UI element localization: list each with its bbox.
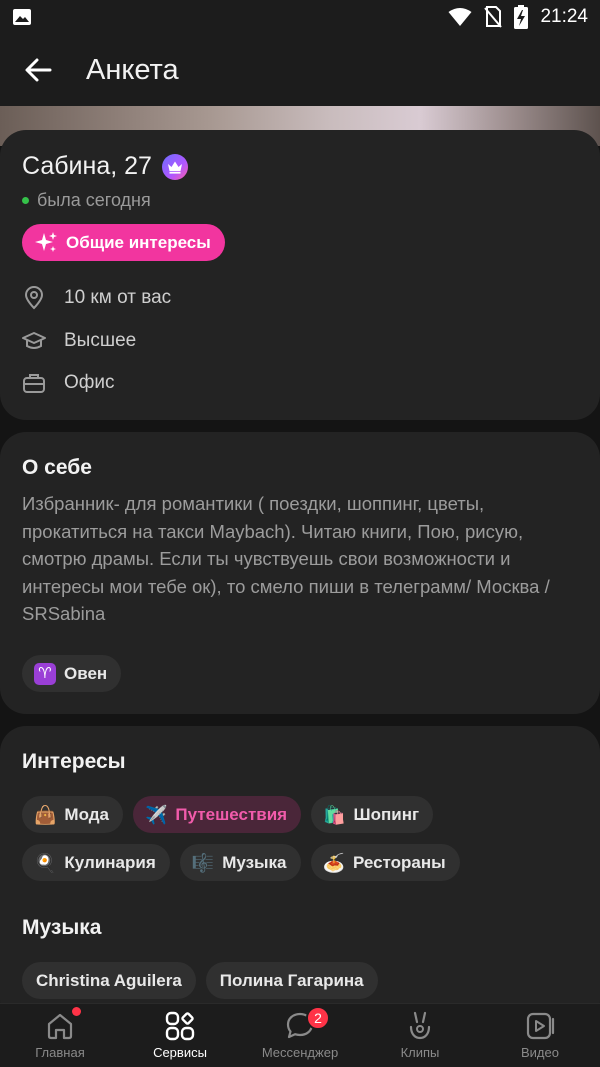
back-button[interactable] bbox=[0, 34, 76, 106]
crown-icon[interactable] bbox=[161, 153, 188, 180]
briefcase-icon bbox=[23, 374, 45, 393]
about-title: О себе bbox=[22, 456, 92, 479]
status-bar: 21:24 bbox=[0, 0, 600, 34]
interest-label: Кулинария bbox=[64, 852, 156, 872]
profile-screen: 21:24 Анкета Сабина, 27 была сегодня Общ… bbox=[0, 0, 600, 1067]
nav-label: Сервисы bbox=[153, 1045, 207, 1060]
common-interests-label: Общие интересы bbox=[66, 232, 211, 252]
interest-label: Путешествия bbox=[175, 804, 288, 824]
zodiac-chip: ♈ Овен bbox=[22, 655, 122, 692]
video-play-icon bbox=[526, 1012, 555, 1040]
notification-dot bbox=[72, 1007, 81, 1016]
services-grid-icon bbox=[165, 1011, 195, 1041]
profile-info-card: Сабина, 27 была сегодня Общие интересы 1… bbox=[0, 130, 600, 420]
unread-badge: 2 bbox=[306, 1006, 330, 1030]
nav-label: Клипы bbox=[400, 1045, 440, 1060]
clips-icon bbox=[409, 1011, 431, 1040]
nav-messenger[interactable]: 2 Мессенджер bbox=[240, 1004, 360, 1067]
music-notes-icon: 🎼 bbox=[191, 852, 215, 873]
info-work: Офис bbox=[22, 371, 115, 395]
interest-chip-cooking[interactable]: 🍳 Кулинария bbox=[22, 844, 170, 881]
app-bar: Анкета bbox=[0, 34, 600, 106]
nav-video[interactable]: Видео bbox=[480, 1004, 600, 1067]
work-text: Офис bbox=[64, 372, 115, 393]
shopping-bags-icon: 🛍️ bbox=[323, 804, 346, 825]
online-status: была сегодня bbox=[22, 190, 151, 211]
interest-chip-shopping[interactable]: 🛍️ Шопинг bbox=[311, 796, 434, 833]
nav-home[interactable]: Главная bbox=[0, 1004, 120, 1067]
nav-label: Мессенджер bbox=[261, 1045, 339, 1060]
interest-label: Шопинг bbox=[353, 804, 420, 824]
interest-chip-travel[interactable]: ✈️ Путешествия bbox=[133, 796, 302, 833]
nav-clips[interactable]: Клипы bbox=[360, 1004, 480, 1067]
sparkle-icon bbox=[35, 231, 57, 252]
page-title: Анкета bbox=[86, 53, 179, 86]
music-chip[interactable]: Christina Aguilera bbox=[22, 962, 196, 999]
interest-label: Рестораны bbox=[352, 852, 446, 872]
interest-label: Музыка bbox=[222, 852, 287, 872]
music-title: Музыка bbox=[22, 916, 102, 939]
music-label: Полина Гагарина bbox=[219, 970, 364, 990]
music-label: Christina Aguilera bbox=[36, 970, 182, 990]
location-pin-icon bbox=[24, 286, 44, 310]
nav-label: Главная bbox=[35, 1045, 85, 1060]
graduation-cap-icon bbox=[22, 332, 46, 349]
interests-card: Интересы 👜 Мода ✈️ Путешествия 🛍️ Шопинг… bbox=[0, 726, 600, 1026]
last-seen-text: была сегодня bbox=[37, 190, 151, 210]
airplane-icon: ✈️ bbox=[145, 804, 168, 825]
zodiac-label: Овен bbox=[64, 663, 108, 683]
home-icon bbox=[47, 1013, 73, 1040]
wifi-icon bbox=[448, 8, 472, 26]
handbag-icon: 👜 bbox=[34, 804, 57, 825]
common-interests-badge[interactable]: Общие интересы bbox=[22, 224, 225, 261]
interests-title: Интересы bbox=[22, 750, 126, 773]
profile-name: Сабина, 27 bbox=[22, 152, 152, 180]
online-dot bbox=[22, 197, 29, 204]
info-distance: 10 км от вас bbox=[22, 286, 171, 310]
cooking-icon: 🍳 bbox=[34, 852, 57, 873]
nav-services[interactable]: Сервисы bbox=[120, 1004, 240, 1067]
about-card: О себе Избранник- для романтики ( поездк… bbox=[0, 432, 600, 714]
interests-row-2: 🍳 Кулинария 🎼 Музыка 🍝 Рестораны bbox=[22, 844, 460, 881]
interest-chip-fashion[interactable]: 👜 Мода bbox=[22, 796, 123, 833]
distance-text: 10 км от вас bbox=[64, 287, 172, 308]
image-icon bbox=[13, 9, 31, 25]
music-chip[interactable]: Полина Гагарина bbox=[205, 962, 378, 999]
about-text: Избранник- для романтики ( поездки, шопп… bbox=[22, 493, 550, 624]
arrow-left-icon bbox=[25, 58, 52, 82]
clock: 21:24 bbox=[540, 6, 588, 27]
education-text: Высшее bbox=[64, 330, 137, 351]
nav-label: Видео bbox=[521, 1045, 559, 1060]
interest-chip-restaurants[interactable]: 🍝 Рестораны bbox=[310, 844, 460, 881]
aries-icon: ♈ bbox=[34, 662, 56, 685]
bottom-navigation: Главная Сервисы 2 Мессенджер Клипы Видео bbox=[0, 1003, 600, 1067]
music-row: Christina Aguilera Полина Гагарина bbox=[22, 962, 378, 999]
interest-chip-music[interactable]: 🎼 Музыка bbox=[179, 844, 301, 881]
battery-charging-icon bbox=[514, 5, 529, 29]
no-sim-icon bbox=[484, 6, 503, 28]
pasta-icon: 🍝 bbox=[322, 852, 345, 873]
interest-label: Мода bbox=[64, 804, 109, 824]
info-education: Высшее bbox=[22, 329, 136, 353]
name-row: Сабина, 27 bbox=[22, 152, 188, 181]
interests-row-1: 👜 Мода ✈️ Путешествия 🛍️ Шопинг bbox=[22, 796, 434, 833]
